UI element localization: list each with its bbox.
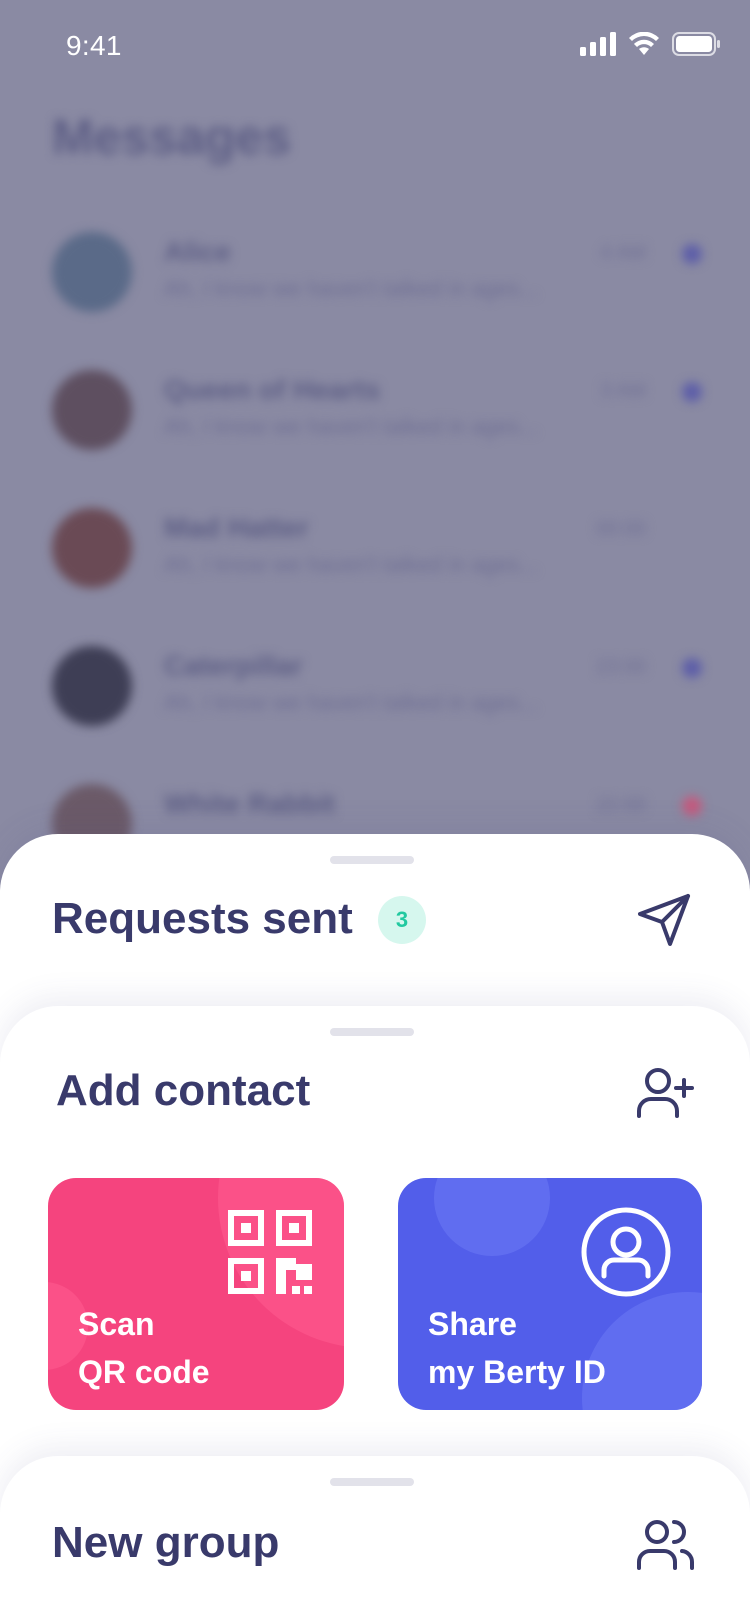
group-icon[interactable] [636,1518,696,1572]
conversation-name: Mad Hatter [164,512,309,543]
conversation-time: 23:00 [595,656,646,678]
sheet-handle[interactable] [330,1478,414,1486]
cellular-signal-icon [580,32,616,56]
avatar [52,646,132,726]
sheet-handle[interactable] [330,856,414,864]
add-user-icon[interactable] [636,1066,696,1122]
scan-qr-code-card[interactable]: Scan QR code [48,1178,344,1410]
requests-count-badge: 3 [378,896,426,944]
avatar [52,232,132,312]
new-group-sheet[interactable]: New group [0,1456,750,1624]
share-card-line1: Share [428,1306,517,1342]
conversation-name: Queen of Hearts [164,374,381,405]
new-group-title: New group [52,1518,280,1567]
conversation-row: Caterpillar Ah, I know we haven't talked… [52,646,702,746]
conversation-preview: Ah, I know we haven't talked in ages... [164,414,538,439]
user-profile-icon [581,1207,671,1297]
unread-dot [682,658,702,678]
conversation-row: Queen of Hearts Ah, I know we haven't ta… [52,370,702,470]
conversation-name: Caterpillar [164,650,303,681]
conversation-time: 3 AM [600,380,646,402]
status-icons [580,32,720,56]
battery-icon [672,32,720,56]
share-card-line2: my Berty ID [428,1354,606,1390]
conversation-preview: Ah, I know we haven't talked in ages... [164,552,538,577]
wifi-icon [629,32,659,55]
messages-list-blurred: Messages Alice Ah, I know we haven't tal… [0,0,750,900]
conversation-row: Alice Ah, I know we haven't talked in ag… [52,232,702,332]
avatar [52,508,132,588]
status-time: 9:41 [66,30,122,61]
conversation-preview: Ah, I know we haven't talked in ages... [164,276,538,301]
requests-sent-title: Requests sent [52,894,353,943]
conversation-time: 00:00 [595,518,646,540]
sheet-handle[interactable] [330,1028,414,1036]
qr-code-icon [228,1210,312,1294]
avatar [52,370,132,450]
conversation-time: 22:00 [595,794,646,816]
share-berty-id-card[interactable]: Share my Berty ID [398,1178,702,1410]
scan-card-line2: QR code [78,1354,210,1390]
status-bar: 9:41 [0,0,750,96]
conversation-time: 4 AM [600,242,646,264]
add-contact-title: Add contact [56,1066,311,1115]
unread-dot [682,382,702,402]
conversation-preview: Ah, I know we haven't talked in ages... [164,690,538,715]
unread-dot [682,796,702,816]
conversation-name: White Rabbit [164,788,336,819]
conversation-name: Alice [164,236,231,267]
send-icon[interactable] [636,892,692,948]
conversation-row: Mad Hatter Ah, I know we haven't talked … [52,508,702,608]
scan-card-line1: Scan [78,1306,155,1342]
messages-title: Messages [52,109,292,165]
unread-dot [682,244,702,264]
